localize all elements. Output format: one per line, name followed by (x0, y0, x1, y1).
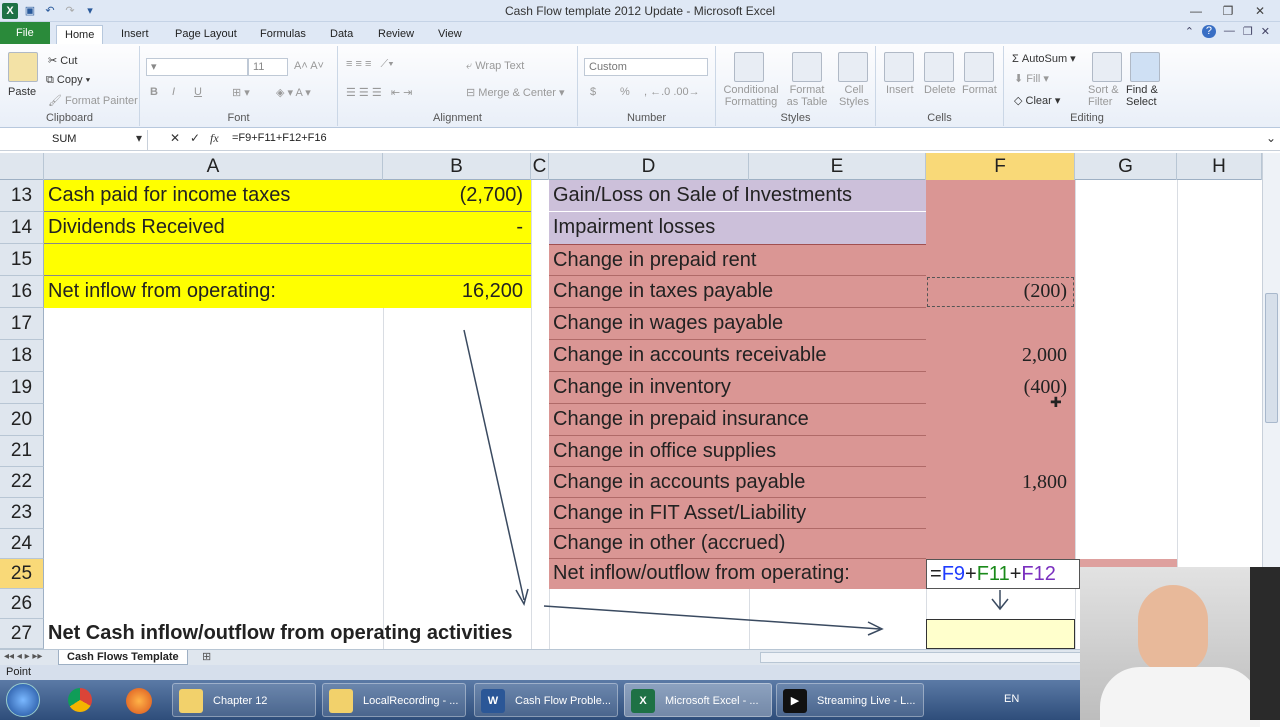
taskbar-item-streaming[interactable]: ▶ Streaming Live - L... (776, 683, 924, 717)
excel-icon: X (631, 689, 655, 713)
taskbar-label: Microsoft Excel - ... (665, 695, 759, 707)
status-mode: Point (6, 666, 32, 678)
arrow-line-1 (463, 329, 525, 601)
presenter-face (1138, 585, 1208, 673)
sheet-tab-cash-flows[interactable]: Cash Flows Template (58, 650, 188, 665)
sheet-nav-icons[interactable]: ◂◂ ◂ ▸ ▸▸ (4, 651, 42, 662)
chrome-icon[interactable] (68, 688, 92, 712)
arrow-line-2 (543, 605, 881, 630)
scrollbar-thumb[interactable] (1265, 293, 1278, 423)
taskbar-label: LocalRecording - ... (363, 695, 459, 707)
taskbar-item-word[interactable]: W Cash Flow Proble... (474, 683, 618, 717)
folder-icon (329, 689, 353, 713)
cursor-crosshair-icon: ✚ (1050, 394, 1062, 410)
taskbar-label: Streaming Live - L... (817, 695, 916, 707)
webcam-overlay (1080, 567, 1280, 727)
presenter-shirt (1100, 667, 1260, 727)
insert-sheet-icon[interactable]: ⊞ (202, 650, 211, 663)
taskbar-item-chapter-12[interactable]: Chapter 12 (172, 683, 316, 717)
play-icon: ▶ (783, 689, 807, 713)
background-door (1250, 567, 1280, 720)
folder-icon (179, 689, 203, 713)
taskbar-label: Chapter 12 (213, 695, 268, 707)
taskbar-item-excel[interactable]: X Microsoft Excel - ... (624, 683, 772, 717)
language-indicator[interactable]: EN (1004, 693, 1019, 705)
taskbar-item-local-recording[interactable]: LocalRecording - ... (322, 683, 466, 717)
firefox-icon[interactable] (126, 688, 152, 714)
taskbar-label: Cash Flow Proble... (515, 695, 611, 707)
word-icon: W (481, 689, 505, 713)
start-button[interactable] (6, 683, 40, 717)
